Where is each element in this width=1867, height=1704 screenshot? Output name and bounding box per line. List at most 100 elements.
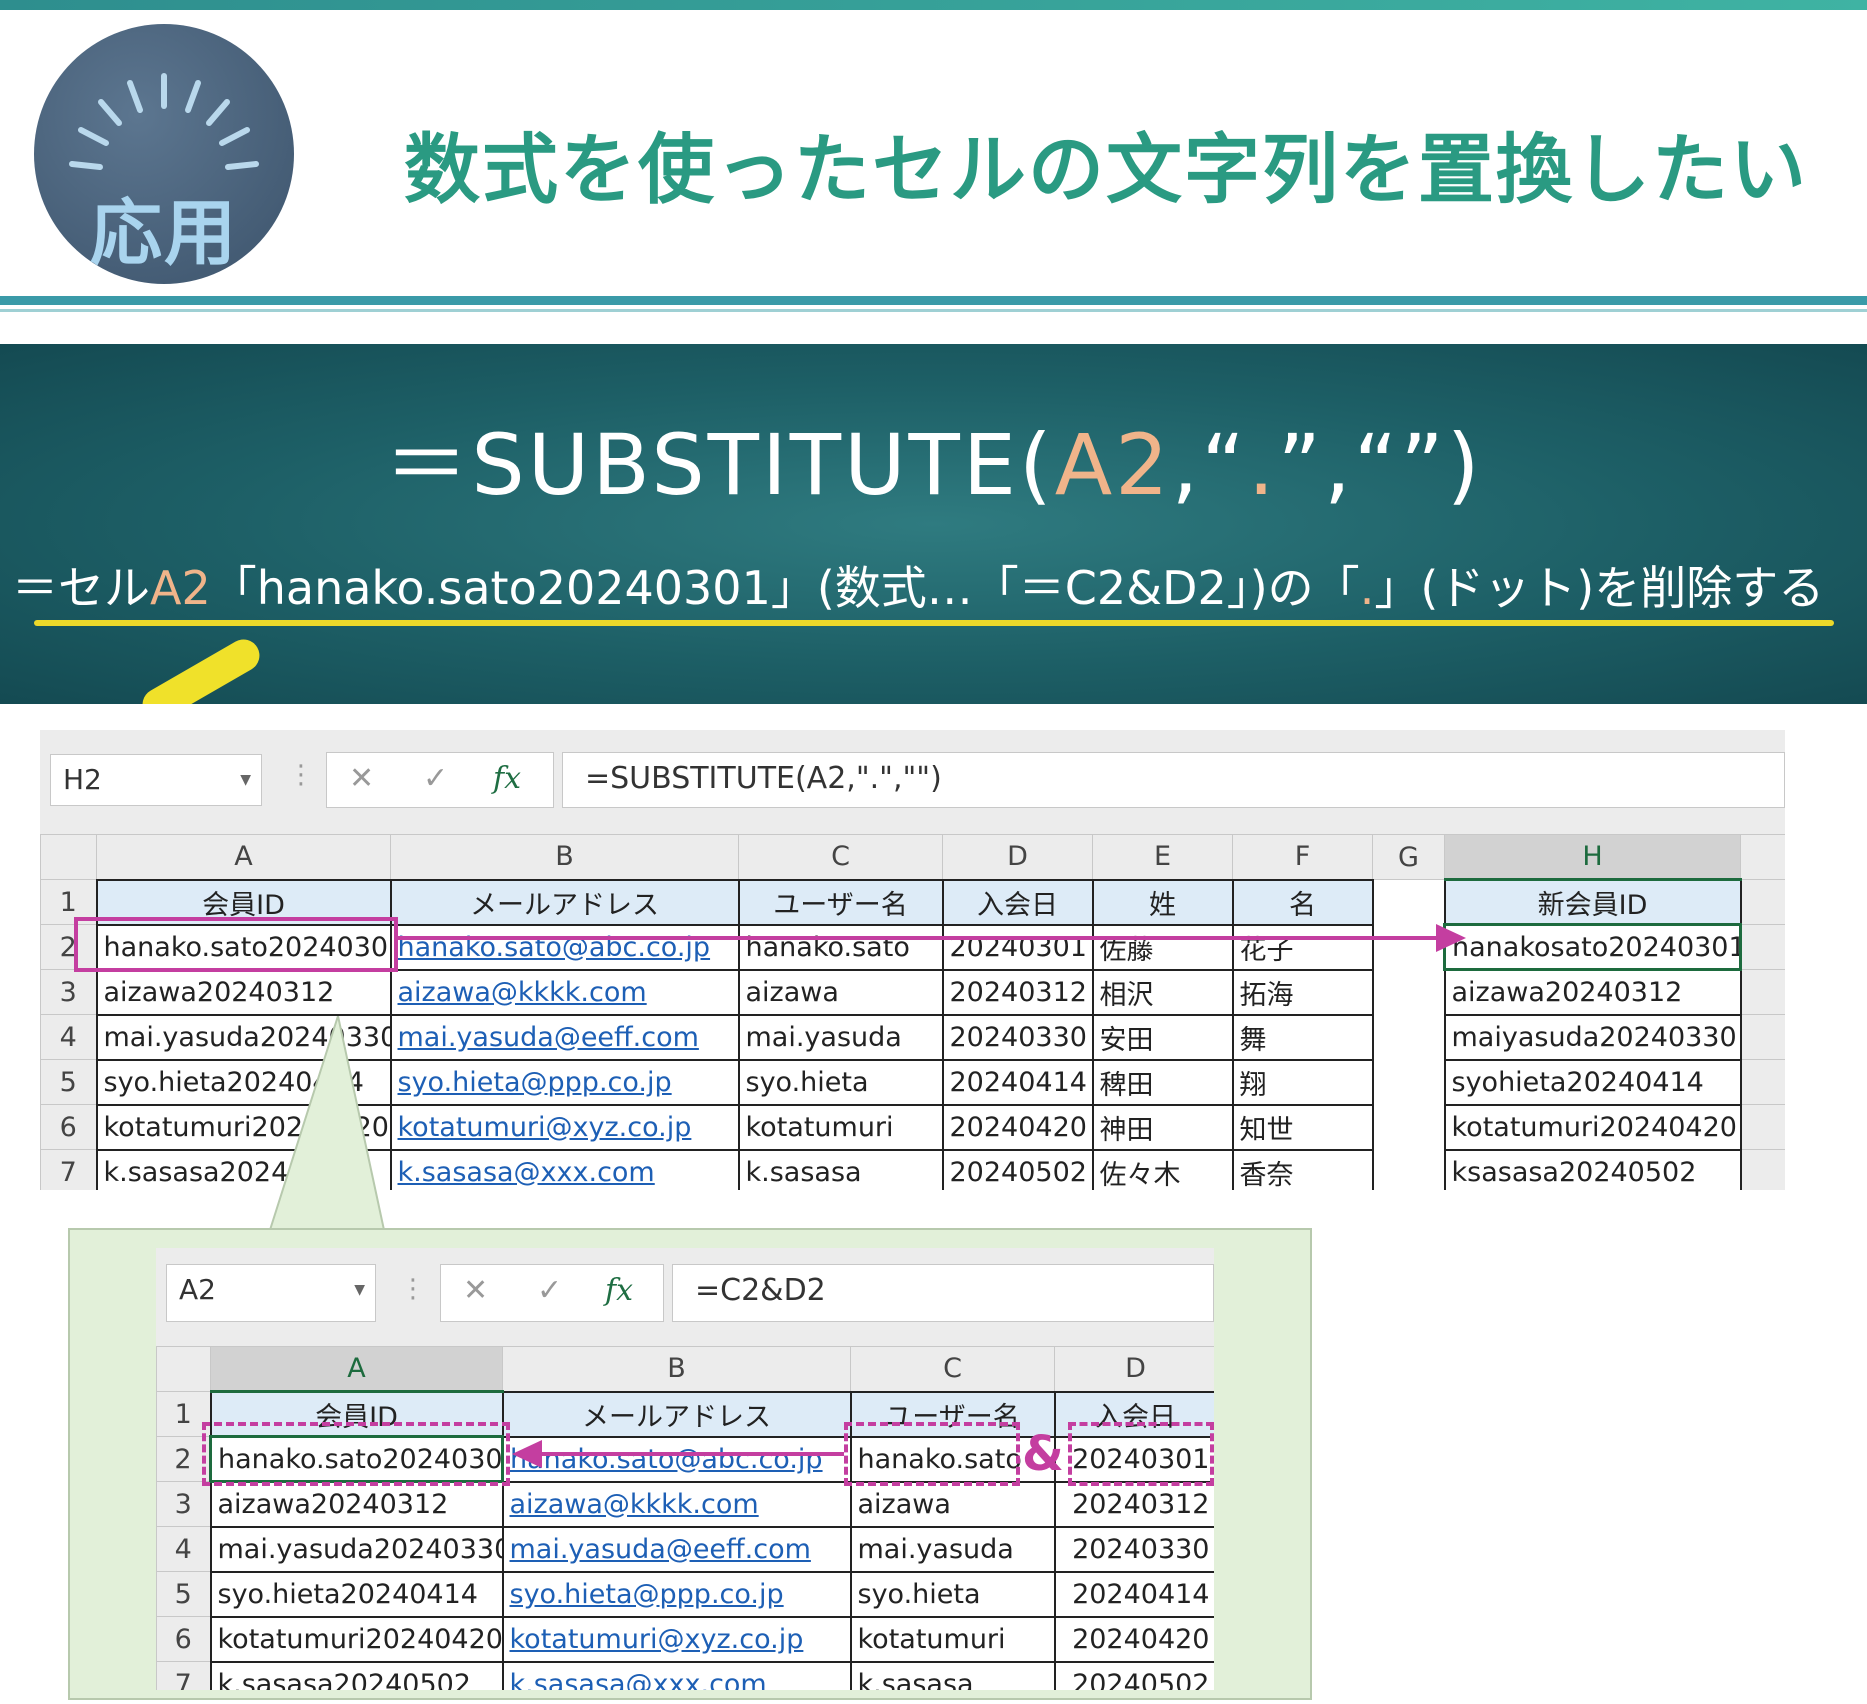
header-cell[interactable]: 新会員ID [1443, 878, 1742, 926]
header-cell[interactable] [1371, 879, 1446, 925]
cell-d[interactable]: 20240312 [941, 969, 1094, 1016]
cell-c[interactable]: k.sasasa [737, 1149, 944, 1190]
cell-a[interactable]: aizawa20240312 [209, 1481, 504, 1528]
header-cell[interactable]: 名 [1231, 878, 1374, 926]
header-cell[interactable]: 姓 [1091, 878, 1234, 926]
row-header[interactable]: 6 [40, 1104, 97, 1150]
column-header-c[interactable]: C [850, 1346, 1055, 1392]
cell-h[interactable]: ksasasa20240502 [1443, 1149, 1742, 1190]
cell-g[interactable] [1371, 1149, 1446, 1190]
cell-c[interactable]: syo.hieta [849, 1571, 1056, 1618]
cell-e[interactable]: 神田 [1091, 1104, 1234, 1151]
cell-b[interactable]: mai.yasuda@eeff.com [501, 1526, 852, 1573]
cell-b[interactable]: k.sasasa@xxx.com [501, 1661, 852, 1690]
fx-icon[interactable]: fx [493, 761, 521, 796]
cell-c[interactable]: mai.yasuda [849, 1526, 1056, 1573]
cell-b[interactable]: k.sasasa@xxx.com [389, 1149, 740, 1190]
cell-g[interactable] [1371, 1104, 1446, 1150]
cell-b[interactable]: aizawa@kkkk.com [389, 969, 740, 1016]
row-header[interactable]: 7 [156, 1661, 211, 1690]
cell-c[interactable]: k.sasasa [849, 1661, 1056, 1690]
cell-f[interactable]: 花子 [1231, 924, 1374, 971]
column-header-b[interactable]: B [502, 1346, 851, 1392]
cell-d[interactable]: 20240502 [941, 1149, 1094, 1190]
cell-b[interactable]: mai.yasuda@eeff.com [389, 1014, 740, 1061]
cell-f[interactable]: 舞 [1231, 1014, 1374, 1061]
cell-c[interactable]: aizawa [737, 969, 944, 1016]
check-icon[interactable]: ✓ [537, 1273, 562, 1308]
row-header[interactable]: 4 [40, 1014, 97, 1060]
cell-h[interactable]: aizawa20240312 [1443, 969, 1742, 1016]
row-header[interactable]: 5 [156, 1571, 211, 1617]
cell-b[interactable]: syo.hieta@ppp.co.jp [389, 1059, 740, 1106]
cell-c[interactable]: aizawa [849, 1481, 1056, 1528]
cell-e[interactable]: 安田 [1091, 1014, 1234, 1061]
row-header[interactable]: 7 [40, 1149, 97, 1190]
cell-d[interactable]: 20240312 [1053, 1481, 1214, 1528]
cell-e[interactable]: 佐藤 [1091, 924, 1234, 971]
row-header[interactable]: 3 [40, 969, 97, 1015]
cell-d[interactable]: 20240420 [1053, 1616, 1214, 1663]
cell-h[interactable]: syohieta20240414 [1443, 1059, 1742, 1106]
header-cell[interactable]: ユーザー名 [737, 878, 944, 926]
cell-a[interactable]: aizawa20240312 [95, 969, 392, 1016]
cell-e[interactable]: 相沢 [1091, 969, 1234, 1016]
cell-b[interactable]: kotatumuri@xyz.co.jp [389, 1104, 740, 1151]
column-header-h[interactable]: H [1444, 834, 1741, 881]
cancel-icon[interactable]: ✕ [349, 761, 374, 796]
cell-c[interactable]: kotatumuri [737, 1104, 944, 1151]
fx-icon[interactable]: fx [605, 1273, 633, 1308]
formula-bar[interactable]: =C2&D2 [672, 1264, 1214, 1322]
cell-d[interactable]: 20240301 [941, 924, 1094, 971]
select-all-corner[interactable] [40, 834, 97, 880]
row-header[interactable]: 4 [156, 1526, 211, 1572]
cell-g[interactable] [1371, 969, 1446, 1015]
cell-f[interactable]: 翔 [1231, 1059, 1374, 1106]
column-header-c[interactable]: C [738, 834, 943, 880]
cell-b[interactable]: kotatumuri@xyz.co.jp [501, 1616, 852, 1663]
check-icon[interactable]: ✓ [423, 761, 448, 796]
select-all-corner[interactable] [156, 1346, 211, 1392]
cell-h[interactable]: maiyasuda20240330 [1443, 1014, 1742, 1061]
column-header-e[interactable]: E [1092, 834, 1233, 880]
header-cell[interactable]: メールアドレス [389, 878, 740, 926]
cell-e[interactable]: 稗田 [1091, 1059, 1234, 1106]
chevron-down-icon[interactable]: ▼ [240, 755, 251, 805]
cell-c[interactable]: syo.hieta [737, 1059, 944, 1106]
column-header-a[interactable]: A [210, 1346, 503, 1393]
cancel-icon[interactable]: ✕ [463, 1273, 488, 1308]
cell-d[interactable]: 20240414 [1053, 1571, 1214, 1618]
row-header[interactable]: 5 [40, 1059, 97, 1105]
cell-d[interactable]: 20240330 [941, 1014, 1094, 1061]
cell-b[interactable]: syo.hieta@ppp.co.jp [501, 1571, 852, 1618]
cell-d[interactable]: 20240414 [941, 1059, 1094, 1106]
header-cell[interactable]: メールアドレス [501, 1390, 852, 1438]
cell-a[interactable]: kotatumuri20240420 [209, 1616, 504, 1663]
cell-a[interactable]: syo.hieta20240414 [209, 1571, 504, 1618]
column-header-f[interactable]: F [1232, 834, 1373, 880]
row-header[interactable]: 6 [156, 1616, 211, 1662]
cell-f[interactable]: 拓海 [1231, 969, 1374, 1016]
cell-a[interactable]: k.sasasa20240502 [209, 1661, 504, 1690]
column-header-b[interactable]: B [390, 834, 739, 880]
cell-f[interactable]: 知世 [1231, 1104, 1374, 1151]
cell-h[interactable]: hanakosato20240301 [1443, 923, 1742, 971]
header-cell[interactable]: 入会日 [941, 878, 1094, 926]
cell-d[interactable]: 20240502 [1053, 1661, 1214, 1690]
chevron-down-icon[interactable]: ▼ [354, 1265, 365, 1315]
cell-g[interactable] [1371, 1014, 1446, 1060]
cell-d[interactable]: 20240420 [941, 1104, 1094, 1151]
cell-c[interactable]: kotatumuri [849, 1616, 1056, 1663]
column-header-g[interactable]: G [1372, 834, 1445, 880]
cell-g[interactable] [1371, 924, 1446, 970]
column-header-d[interactable]: D [1054, 1346, 1214, 1392]
cell-b[interactable]: hanako.sato@abc.co.jp [501, 1436, 852, 1483]
column-header-d[interactable]: D [942, 834, 1093, 880]
cell-d[interactable]: 20240330 [1053, 1526, 1214, 1573]
cell-e[interactable]: 佐々木 [1091, 1149, 1234, 1190]
name-box[interactable]: H2 ▼ [50, 754, 262, 806]
cell-b[interactable]: hanako.sato@abc.co.jp [389, 924, 740, 971]
formula-bar[interactable]: =SUBSTITUTE(A2,".","") [562, 752, 1785, 808]
column-header-a[interactable]: A [96, 834, 391, 880]
row-header[interactable]: 3 [156, 1481, 211, 1527]
